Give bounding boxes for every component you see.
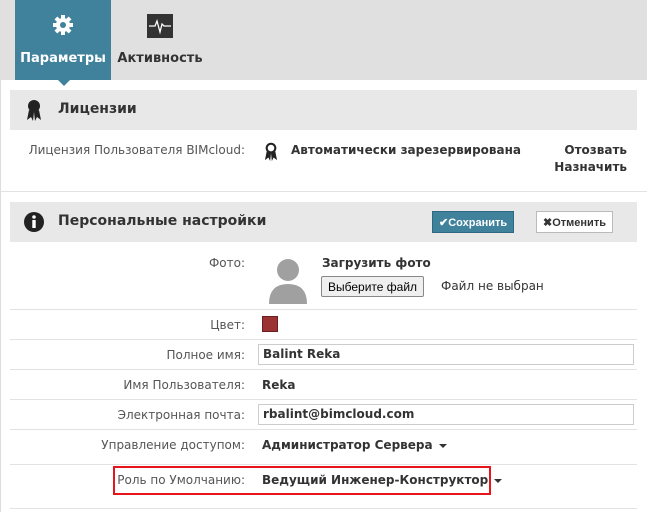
role-label: Роль по Умолчанию: bbox=[117, 473, 245, 487]
role-dropdown[interactable]: Ведущий Инженер-Конструктор bbox=[262, 473, 503, 487]
divider bbox=[10, 309, 637, 310]
info-icon bbox=[24, 212, 44, 232]
license-status: Автоматически зарезервирована bbox=[291, 143, 521, 157]
caret-down-icon bbox=[494, 478, 503, 483]
photo-label: Фото: bbox=[208, 256, 245, 270]
licenses-header: Лицензии bbox=[10, 90, 637, 130]
access-value: Администратор Сервера bbox=[262, 438, 433, 452]
license-label: Лицензия Пользователя BIMcloud: bbox=[28, 143, 245, 157]
tab-parameters-label: Параметры bbox=[20, 51, 106, 66]
email-label: Электронная почта: bbox=[117, 408, 245, 422]
cancel-button[interactable]: ✖Отменить bbox=[536, 211, 613, 233]
email-input[interactable]: rbalint@bimcloud.com bbox=[258, 404, 634, 425]
divider bbox=[10, 429, 637, 430]
save-button[interactable]: ✔Сохранить bbox=[432, 211, 515, 233]
username-label: Имя Пользователя: bbox=[123, 378, 245, 392]
caret-down-icon bbox=[438, 443, 447, 448]
divider bbox=[10, 464, 637, 465]
personal-header: Персональные настройки ✔Сохранить ✖Отмен… bbox=[10, 202, 637, 242]
divider bbox=[10, 399, 637, 400]
fullname-input[interactable]: Balint Reka bbox=[258, 344, 634, 365]
tab-parameters[interactable]: Параметры bbox=[15, 0, 111, 86]
award-icon bbox=[27, 100, 41, 121]
avatar bbox=[269, 259, 307, 304]
color-swatch[interactable] bbox=[262, 316, 278, 332]
activity-icon bbox=[147, 14, 173, 38]
revoke-link[interactable]: Отозвать bbox=[564, 143, 627, 157]
access-label: Управление доступом: bbox=[101, 438, 245, 452]
divider bbox=[10, 339, 637, 340]
check-icon: ✔ bbox=[439, 216, 449, 229]
access-dropdown[interactable]: Администратор Сервера bbox=[262, 438, 447, 452]
gear-icon bbox=[53, 15, 73, 35]
color-label: Цвет: bbox=[210, 318, 245, 332]
tab-activity[interactable]: Активность bbox=[111, 0, 209, 80]
divider bbox=[10, 508, 637, 509]
divider bbox=[10, 369, 637, 370]
role-value: Ведущий Инженер-Конструктор bbox=[262, 473, 489, 487]
close-icon: ✖ bbox=[543, 216, 553, 229]
no-file-text: Файл не выбран bbox=[441, 279, 544, 293]
tab-activity-label: Активность bbox=[117, 51, 203, 66]
assign-link[interactable]: Назначить bbox=[554, 160, 627, 174]
award-icon bbox=[264, 142, 278, 161]
personal-title: Персональные настройки bbox=[58, 213, 267, 229]
username-value: Reka bbox=[262, 378, 296, 392]
licenses-title: Лицензии bbox=[58, 101, 137, 117]
fullname-label: Полное имя: bbox=[166, 348, 245, 362]
divider bbox=[0, 191, 647, 192]
choose-file-button[interactable]: Выберите файл bbox=[321, 276, 425, 297]
upload-photo-label: Загрузить фото bbox=[322, 256, 431, 270]
